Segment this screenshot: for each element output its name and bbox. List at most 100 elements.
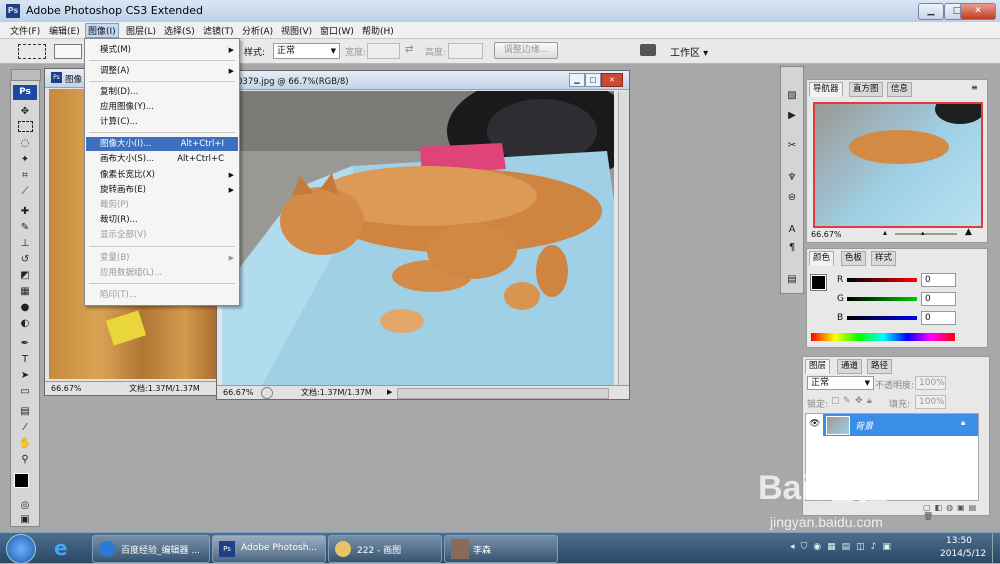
crop-tool-icon[interactable]: ⌗ (17, 169, 33, 183)
menu-item-apply-dataset[interactable]: 应用数据组(L)... (86, 266, 238, 280)
show-desktop-button[interactable] (992, 533, 1000, 563)
tool-presets-icon[interactable]: ✂ (784, 139, 800, 153)
status-menu-icon[interactable] (261, 387, 273, 399)
task-contact[interactable]: 李森 (444, 535, 558, 563)
history-brush-icon[interactable]: ↺ (17, 253, 33, 267)
menu-item-calculations[interactable]: 计算(C)... (86, 115, 238, 129)
marquee-tool-icon[interactable] (18, 44, 46, 59)
zoom-tool-icon[interactable]: ⚲ (17, 453, 33, 467)
menu-file[interactable]: 文件(F) (8, 24, 42, 37)
tab-layers[interactable]: 图层 (805, 359, 831, 374)
menu-item-rotate-canvas[interactable]: 旋转画布(E) ▶ (86, 183, 238, 197)
fill-input[interactable]: 100% (915, 395, 946, 409)
minimize-icon[interactable]: ▁ (569, 73, 585, 87)
lock-transparency-icon[interactable]: ▢ (831, 396, 840, 406)
lock-position-icon[interactable]: ✥ (855, 396, 863, 406)
toolbox-grip[interactable] (11, 69, 41, 81)
vertical-scrollbar[interactable] (618, 91, 629, 385)
menu-item-trim[interactable]: 裁切(R)... (86, 213, 238, 227)
marquee-tool-icon[interactable] (18, 121, 33, 132)
slice-tool-icon[interactable]: ⟋ (17, 185, 33, 199)
path-select-icon[interactable]: ➤ (17, 369, 33, 383)
menu-filter[interactable]: 滤镜(T) (201, 24, 236, 37)
menu-view[interactable]: 视图(V) (279, 24, 314, 37)
magic-wand-icon[interactable]: ✦ (17, 153, 33, 167)
lasso-tool-icon[interactable]: ◌ (17, 137, 33, 151)
selection-mode-icon[interactable] (54, 44, 82, 59)
menu-item-mode[interactable]: 模式(M) ▶ (86, 43, 238, 57)
blur-tool-icon[interactable]: ● (17, 301, 33, 315)
foreground-color-swatch[interactable] (810, 274, 827, 291)
move-tool-icon[interactable]: ✥ (17, 105, 33, 119)
maximize-icon[interactable]: □ (585, 73, 601, 87)
close-icon[interactable]: ✕ (601, 73, 623, 87)
width-input[interactable] (367, 43, 400, 59)
close-icon[interactable]: ✕ (960, 3, 996, 20)
menu-analysis[interactable]: 分析(A) (240, 24, 275, 37)
status-arrow-icon[interactable]: ▶ (387, 386, 392, 399)
hand-tool-icon[interactable]: ✋ (17, 437, 33, 451)
b-slider[interactable] (847, 316, 917, 320)
lock-all-icon[interactable]: 🔒︎ (867, 396, 872, 406)
document-window-front[interactable]: 图像0379.jpg @ 66.7%(RGB/8) ▁ □ ✕ 66.67% 文… (216, 70, 630, 400)
layer-panel-buttons[interactable]: ▢◧◍▣▤🗑︎ (923, 503, 983, 521)
dodge-tool-icon[interactable]: ◐ (17, 317, 33, 331)
character-icon[interactable]: A (784, 223, 800, 237)
foreground-color-swatch[interactable] (14, 473, 29, 488)
eyedropper-icon[interactable]: ⁄ (17, 421, 33, 435)
clock-time[interactable]: 13:50 (946, 536, 972, 546)
zoom-in-icon[interactable]: ▲ (965, 227, 972, 237)
r-slider[interactable] (847, 278, 917, 282)
height-input[interactable] (448, 43, 483, 59)
menu-select[interactable]: 选择(S) (162, 24, 197, 37)
lock-pixels-icon[interactable]: ✎ (843, 396, 851, 406)
paragraph-icon[interactable]: ¶ (784, 241, 800, 255)
clone-stamp-icon[interactable]: ⊥ (17, 237, 33, 251)
start-button[interactable] (6, 534, 36, 564)
menu-image[interactable]: 图像(I) (85, 23, 119, 38)
tab-histogram[interactable]: 直方图 (849, 82, 883, 97)
task-browser[interactable]: 百度经验_编辑器 ... (92, 535, 210, 563)
minimize-icon[interactable]: ▁ (918, 3, 944, 20)
navigator-preview[interactable] (813, 102, 983, 228)
menu-item-variables[interactable]: 变量(B) ▶ (86, 251, 238, 265)
blend-mode-select[interactable]: 正常 ▼ (807, 376, 874, 390)
tray-icons[interactable]: ◂⛉◉▦▤◫♪▣ (790, 542, 897, 552)
menu-item-pixel-aspect[interactable]: 像素长宽比(X) ▶ (86, 168, 238, 182)
tab-channels[interactable]: 通道 (837, 359, 863, 374)
zoom-slider-handle[interactable]: ▴ (921, 229, 925, 237)
workspace-button[interactable]: 工作区 ▾ (670, 44, 708, 59)
style-select[interactable]: 正常 ▼ (273, 43, 340, 59)
document-front-canvas[interactable] (222, 91, 614, 385)
r-input[interactable]: 0 (921, 273, 956, 287)
notes-tool-icon[interactable]: ▤ (17, 405, 33, 419)
menu-item-reveal-all[interactable]: 显示全部(V) (86, 228, 238, 242)
panel-menu-icon[interactable]: ≡ (971, 83, 978, 92)
menu-layer[interactable]: 图层(L) (124, 24, 158, 37)
menu-window[interactable]: 窗口(W) (318, 24, 356, 37)
horizontal-scrollbar[interactable] (397, 388, 609, 399)
g-slider[interactable] (847, 297, 917, 301)
tab-color[interactable]: 颜色 (809, 251, 835, 266)
tab-swatches[interactable]: 色板 (841, 251, 867, 266)
zoom-readout[interactable]: 66.67% (223, 386, 254, 399)
navigator-zoom[interactable]: 66.67% (811, 230, 842, 239)
zoom-slider[interactable] (895, 233, 957, 235)
tab-navigator[interactable]: 导航器 (809, 82, 843, 97)
opacity-input[interactable]: 100% (915, 376, 946, 390)
swap-icon[interactable]: ⇄ (405, 44, 413, 55)
info-icon[interactable]: ▤ (784, 273, 800, 287)
task-paint[interactable]: 222 - 画图 (328, 535, 442, 563)
zoom-out-icon[interactable]: ▴ (883, 228, 887, 237)
g-input[interactable]: 0 (921, 292, 956, 306)
task-photoshop[interactable]: Ps Adobe Photosh... (212, 535, 326, 563)
gradient-tool-icon[interactable]: ▦ (17, 285, 33, 299)
document-front-titlebar[interactable]: 图像0379.jpg @ 66.7%(RGB/8) ▁ □ ✕ (217, 71, 629, 90)
b-input[interactable]: 0 (921, 311, 956, 325)
color-spectrum-bar[interactable] (811, 333, 955, 341)
menu-item-adjust[interactable]: 调整(A) ▶ (86, 64, 238, 78)
eye-icon[interactable]: 👁︎ (809, 419, 820, 429)
healing-brush-icon[interactable]: ✚ (17, 205, 33, 219)
type-tool-icon[interactable]: T (17, 353, 33, 367)
menu-item-image-size[interactable]: 图像大小(I)... Alt+Ctrl+I (86, 137, 238, 151)
